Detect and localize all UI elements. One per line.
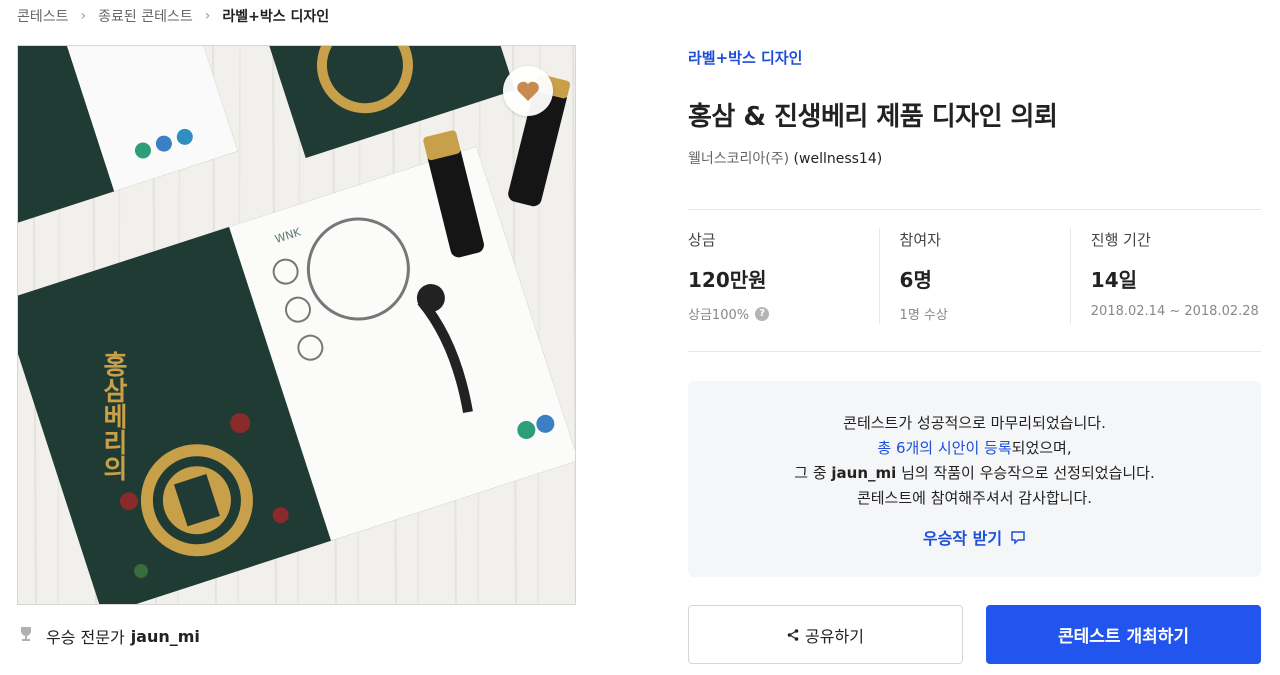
stat-period-sub: 2018.02.14 ~ 2018.02.28 <box>1090 304 1259 319</box>
product-photo: WNK 홍삼베리의 <box>18 46 575 604</box>
trophy-icon <box>18 626 34 646</box>
breadcrumb-contest[interactable]: 콘테스트 <box>17 6 69 26</box>
host-contest-button[interactable]: 콘테스트 개최하기 <box>986 605 1261 664</box>
help-icon[interactable]: ? <box>755 306 770 321</box>
heart-icon <box>517 81 539 101</box>
product-image[interactable]: WNK 홍삼베리의 <box>17 45 576 605</box>
stat-period-value: 14일 <box>1090 268 1138 292</box>
breadcrumb-ended-contests[interactable]: 종료된 콘테스트 <box>98 6 193 26</box>
host-id: (wellness14) <box>793 151 883 167</box>
prize-ratio: 상금100% <box>688 308 750 323</box>
winner-info: 우승 전문가 jaun_mi <box>18 624 200 648</box>
notice-line-3: 그 중 jaun_mi 님의 작품이 우승작으로 선정되었습니다. <box>688 461 1261 486</box>
notice-line-3-pre: 그 중 <box>794 464 832 482</box>
share-button-label: 공유하기 <box>805 626 864 646</box>
notice-line-1: 콘테스트가 성공적으로 마무리되었습니다. <box>843 414 1106 432</box>
chevron-right-icon: › <box>80 8 87 24</box>
stat-participants: 참여자 6명 1명 수상 <box>878 228 1070 324</box>
contest-title: 홍삼 & 진생베리 제품 디자인 의뢰 <box>688 102 1058 132</box>
receive-winning-work-label: 우승작 받기 <box>922 529 1003 548</box>
submissions-link[interactable]: 총 6개의 시안이 등록 <box>877 439 1011 457</box>
notice-line-2: 총 6개의 시안이 등록되었으며, <box>688 436 1261 461</box>
notice-line-3-rest: 님의 작품이 우승작으로 선정되었습니다. <box>896 464 1155 482</box>
host-info[interactable]: 웰너스코리아(주) (wellness14) <box>688 148 882 168</box>
share-icon <box>787 628 799 641</box>
stat-participants-label: 참여자 <box>899 231 941 249</box>
chevron-right-icon: › <box>204 8 211 24</box>
stat-prize-label: 상금 <box>688 231 716 249</box>
like-button[interactable] <box>503 66 553 116</box>
stat-period: 진행 기간 14일 2018.02.14 ~ 2018.02.28 <box>1069 228 1261 324</box>
message-icon <box>1011 530 1025 545</box>
stat-prize-value: 120만원 <box>688 268 767 292</box>
winner-label: 우승 전문가 <box>46 628 125 647</box>
share-button[interactable]: 공유하기 <box>688 605 963 664</box>
host-name: 웰너스코리아(주) <box>688 151 790 167</box>
breadcrumb: 콘테스트 › 종료된 콘테스트 › 라벨+박스 디자인 <box>17 6 329 26</box>
divider <box>688 209 1261 210</box>
completion-notice: 콘테스트가 성공적으로 마무리되었습니다. 총 6개의 시안이 등록되었으며, … <box>688 381 1261 577</box>
receive-winning-work-button[interactable]: 우승작 받기 <box>923 525 1026 549</box>
stat-prize-sub: 상금100% ? <box>688 304 879 323</box>
stat-prize: 상금 120만원 상금100% ? <box>688 228 879 324</box>
divider <box>688 351 1261 352</box>
contest-stats: 상금 120만원 상금100% ? 참여자 6명 1명 수상 진행 기간 14일… <box>688 228 1261 324</box>
stat-period-label: 진행 기간 <box>1090 231 1151 249</box>
stat-participants-value: 6명 <box>899 268 932 292</box>
notice-winner-name: jaun_mi <box>831 464 897 482</box>
contest-category[interactable]: 라벨+박스 디자인 <box>688 47 802 68</box>
notice-line-4: 콘테스트에 참여해주셔서 감사합니다. <box>856 489 1093 507</box>
winner-name[interactable]: jaun_mi <box>131 627 200 646</box>
box-vertical-title: 홍삼베리의 <box>98 351 128 481</box>
stat-participants-sub: 1명 수상 <box>899 308 948 323</box>
notice-line-2-rest: 되었으며, <box>1011 439 1072 457</box>
breadcrumb-current-category: 라벨+박스 디자인 <box>222 9 330 25</box>
